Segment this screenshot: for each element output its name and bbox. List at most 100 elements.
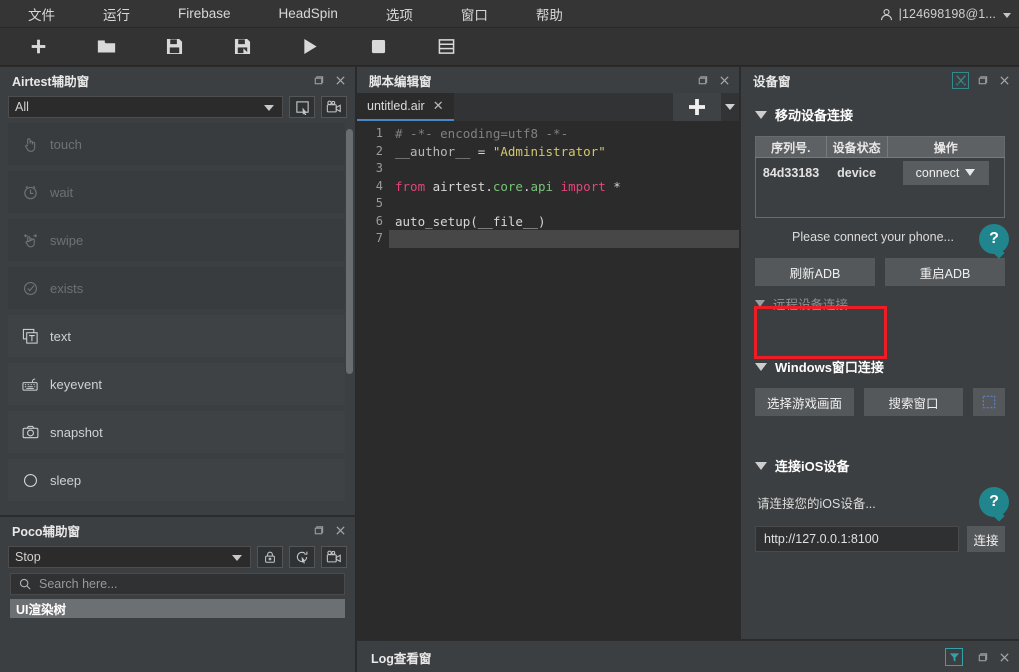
action-label: wait bbox=[50, 184, 74, 200]
maximize-icon[interactable] bbox=[973, 71, 991, 89]
chevron-down-icon bbox=[1003, 12, 1011, 18]
camera-record-icon[interactable] bbox=[321, 546, 347, 568]
menu-window[interactable]: 窗口 bbox=[447, 0, 502, 28]
log-panel: Log查看窗 bbox=[357, 640, 1019, 672]
action-item-snapshot[interactable]: snapshot bbox=[8, 411, 345, 453]
action-item-swipe[interactable]: swipe bbox=[8, 219, 345, 261]
maximize-icon[interactable] bbox=[309, 71, 327, 89]
menu-headspin[interactable]: HeadSpin bbox=[265, 2, 352, 25]
action-item-wait[interactable]: wait bbox=[8, 171, 345, 213]
close-icon[interactable] bbox=[331, 71, 349, 89]
main-toolbar bbox=[0, 28, 1019, 66]
menu-options[interactable]: 选项 bbox=[372, 0, 427, 28]
select-game-screen-button[interactable]: 选择游戏画面 bbox=[755, 388, 854, 416]
maximize-icon[interactable] bbox=[309, 521, 327, 539]
save-icon[interactable] bbox=[152, 32, 196, 62]
code-content[interactable]: # -*- encoding=utf8 -*- __author__ = "Adm… bbox=[389, 121, 739, 665]
close-icon[interactable] bbox=[995, 648, 1013, 666]
select-region-icon[interactable] bbox=[289, 96, 315, 118]
action-item-touch[interactable]: touch bbox=[8, 123, 345, 165]
close-icon[interactable] bbox=[331, 521, 349, 539]
maximize-icon[interactable] bbox=[693, 71, 711, 89]
save-as-icon[interactable] bbox=[220, 32, 264, 62]
tools-icon[interactable] bbox=[952, 71, 969, 89]
tab-close-icon[interactable]: ✕ bbox=[433, 98, 444, 114]
triangle-down-icon bbox=[755, 362, 767, 371]
stop-icon[interactable] bbox=[356, 32, 400, 62]
code-line bbox=[389, 230, 739, 248]
refresh-cursor-icon[interactable] bbox=[289, 546, 315, 568]
filter-icon[interactable] bbox=[945, 648, 963, 666]
editor-tabbar: untitled.air ✕ bbox=[357, 93, 739, 121]
code-token: from bbox=[395, 178, 426, 194]
poco-tree-root[interactable]: UI渲染树 bbox=[10, 599, 345, 618]
code-token: __author__ bbox=[395, 143, 471, 159]
cell-serial: 84d33183 bbox=[762, 165, 820, 180]
triangle-down-icon bbox=[755, 110, 767, 119]
close-icon[interactable] bbox=[995, 71, 1013, 89]
help-icon[interactable]: ? bbox=[979, 224, 1009, 254]
search-window-button[interactable]: 搜索窗口 bbox=[864, 388, 963, 416]
line-number-gutter: 1 2 3 4 5 6 7 bbox=[357, 121, 389, 665]
remote-section-header[interactable]: 远程设备连接 bbox=[755, 294, 1005, 313]
camera-record-icon[interactable] bbox=[321, 96, 347, 118]
tab-menu-chevron-down-icon[interactable] bbox=[721, 93, 739, 121]
action-label: touch bbox=[50, 136, 82, 152]
table-row[interactable]: 84d33183 device connect bbox=[756, 158, 1005, 188]
menu-bar: 文件 运行 Firebase HeadSpin 选项 窗口 帮助 |124698… bbox=[0, 0, 1019, 28]
code-token: * bbox=[605, 178, 621, 194]
action-label: snapshot bbox=[50, 424, 103, 440]
action-item-sleep[interactable]: sleep bbox=[8, 459, 345, 501]
code-line: __author__ = "Administrator" bbox=[389, 143, 739, 161]
refresh-adb-button[interactable]: 刷新ADB bbox=[755, 258, 875, 286]
code-editor[interactable]: 1 2 3 4 5 6 7 # -*- encoding=utf8 -*- __a… bbox=[357, 121, 739, 665]
menu-run[interactable]: 运行 bbox=[89, 0, 144, 28]
ios-connect-button[interactable]: 连接 bbox=[967, 526, 1005, 552]
code-token: api bbox=[530, 178, 554, 194]
chevron-down-icon bbox=[232, 555, 242, 561]
code-token: # -*- encoding=utf8 -*- bbox=[395, 126, 569, 141]
airtest-action-list: touch wait swipe exists text keyevent sn… bbox=[0, 123, 355, 518]
chevron-down-icon bbox=[264, 105, 274, 111]
mobile-section-header[interactable]: 移动设备连接 bbox=[755, 105, 1005, 124]
poco-search-input[interactable]: Search here... bbox=[10, 573, 345, 595]
user-account-button[interactable]: |124698198@1... bbox=[879, 0, 1011, 28]
poco-mode-select[interactable]: Stop bbox=[8, 546, 251, 568]
new-file-icon[interactable] bbox=[16, 32, 60, 62]
device-panel: 设备窗 移动设备连接 序列号. 设备状态 操作 84d33183 device … bbox=[740, 67, 1019, 639]
connect-dropdown-button[interactable]: connect bbox=[902, 160, 989, 185]
code-line: from airtest.core.api import * bbox=[389, 178, 739, 196]
window-picker-icon[interactable] bbox=[973, 388, 1005, 416]
ios-connect-row: http://127.0.0.1:8100 连接 bbox=[755, 526, 1005, 552]
airtest-list-scrollbar-thumb[interactable] bbox=[346, 129, 353, 374]
tab-untitled-air[interactable]: untitled.air ✕ bbox=[357, 93, 454, 121]
ios-section-header[interactable]: 连接iOS设备 bbox=[755, 456, 1005, 475]
code-line: # -*- encoding=utf8 -*- bbox=[389, 125, 739, 143]
new-tab-button[interactable] bbox=[673, 93, 721, 121]
connect-hint-row: Please connect your phone... ? bbox=[755, 224, 1009, 254]
lock-icon[interactable] bbox=[257, 546, 283, 568]
airtest-filter-select[interactable]: All bbox=[8, 96, 283, 118]
menu-firebase[interactable]: Firebase bbox=[164, 2, 245, 25]
device-panel-title: 设备窗 bbox=[753, 74, 791, 89]
ios-url-input[interactable]: http://127.0.0.1:8100 bbox=[755, 526, 959, 552]
action-item-exists[interactable]: exists bbox=[8, 267, 345, 309]
ios-hint-label: 请连接您的iOS设备... bbox=[757, 497, 876, 511]
open-folder-icon[interactable] bbox=[84, 32, 128, 62]
menu-item-list: 文件 运行 Firebase HeadSpin 选项 窗口 帮助 bbox=[0, 0, 597, 28]
windows-section-header[interactable]: Windows窗口连接 bbox=[755, 357, 1005, 376]
keyboard-icon bbox=[22, 376, 39, 393]
menu-file[interactable]: 文件 bbox=[14, 0, 69, 28]
restart-adb-button[interactable]: 重启ADB bbox=[885, 258, 1005, 286]
close-icon[interactable] bbox=[715, 71, 733, 89]
menu-help[interactable]: 帮助 bbox=[522, 0, 577, 28]
maximize-icon[interactable] bbox=[973, 648, 991, 666]
help-icon[interactable]: ? bbox=[979, 487, 1009, 517]
log-icon[interactable] bbox=[424, 32, 468, 62]
run-icon[interactable] bbox=[288, 32, 332, 62]
action-item-text[interactable]: text bbox=[8, 315, 345, 357]
action-item-keyevent[interactable]: keyevent bbox=[8, 363, 345, 405]
action-label: swipe bbox=[50, 232, 84, 248]
poco-mode-value: Stop bbox=[15, 550, 41, 564]
